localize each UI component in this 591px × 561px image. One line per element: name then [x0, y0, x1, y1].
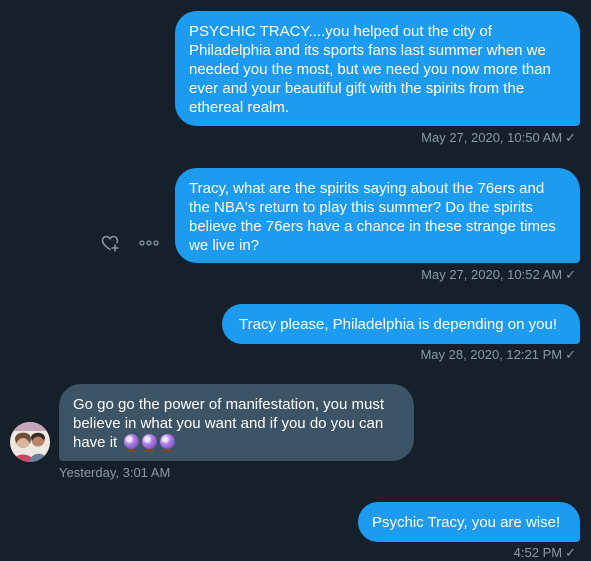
message-text: PSYCHIC TRACY....you helped out the city…: [189, 23, 551, 116]
avatar[interactable]: [10, 422, 50, 462]
message-bubble-sent[interactable]: Tracy please, Philadelphia is depending …: [222, 304, 580, 344]
message-text: Tracy please, Philadelphia is depending …: [239, 316, 557, 333]
heart-plus-icon[interactable]: [100, 233, 120, 253]
message-timestamp: May 27, 2020, 10:52 AM ✓: [421, 267, 576, 282]
message-bubble-sent[interactable]: Psychic Tracy, you are wise!: [358, 502, 580, 542]
message-text: Psychic Tracy, you are wise!: [372, 514, 561, 531]
message-timestamp: May 28, 2020, 12:21 PM ✓: [420, 347, 576, 362]
crystal-ball-icon: [160, 434, 176, 452]
crystal-ball-icon: [142, 434, 158, 452]
message-bubble-sent[interactable]: Tracy, what are the spirits saying about…: [175, 168, 580, 263]
check-icon: ✓: [565, 347, 576, 362]
more-icon[interactable]: [138, 233, 160, 253]
message-timestamp: 4:52 PM ✓: [513, 545, 576, 560]
message-bubble-sent[interactable]: PSYCHIC TRACY....you helped out the city…: [175, 11, 580, 126]
message-timestamp: May 27, 2020, 10:50 AM ✓: [421, 130, 576, 145]
crystal-ball-icon: [124, 434, 140, 452]
message-text: Go go go the power of manifestation, you…: [73, 396, 385, 451]
check-icon: ✓: [565, 130, 576, 145]
check-icon: ✓: [565, 267, 576, 282]
message-timestamp: Yesterday, 3:01 AM: [59, 465, 171, 480]
message-bubble-received[interactable]: Go go go the power of manifestation, you…: [59, 384, 414, 461]
message-text: Tracy, what are the spirits saying about…: [189, 180, 556, 254]
check-icon: ✓: [565, 545, 576, 560]
